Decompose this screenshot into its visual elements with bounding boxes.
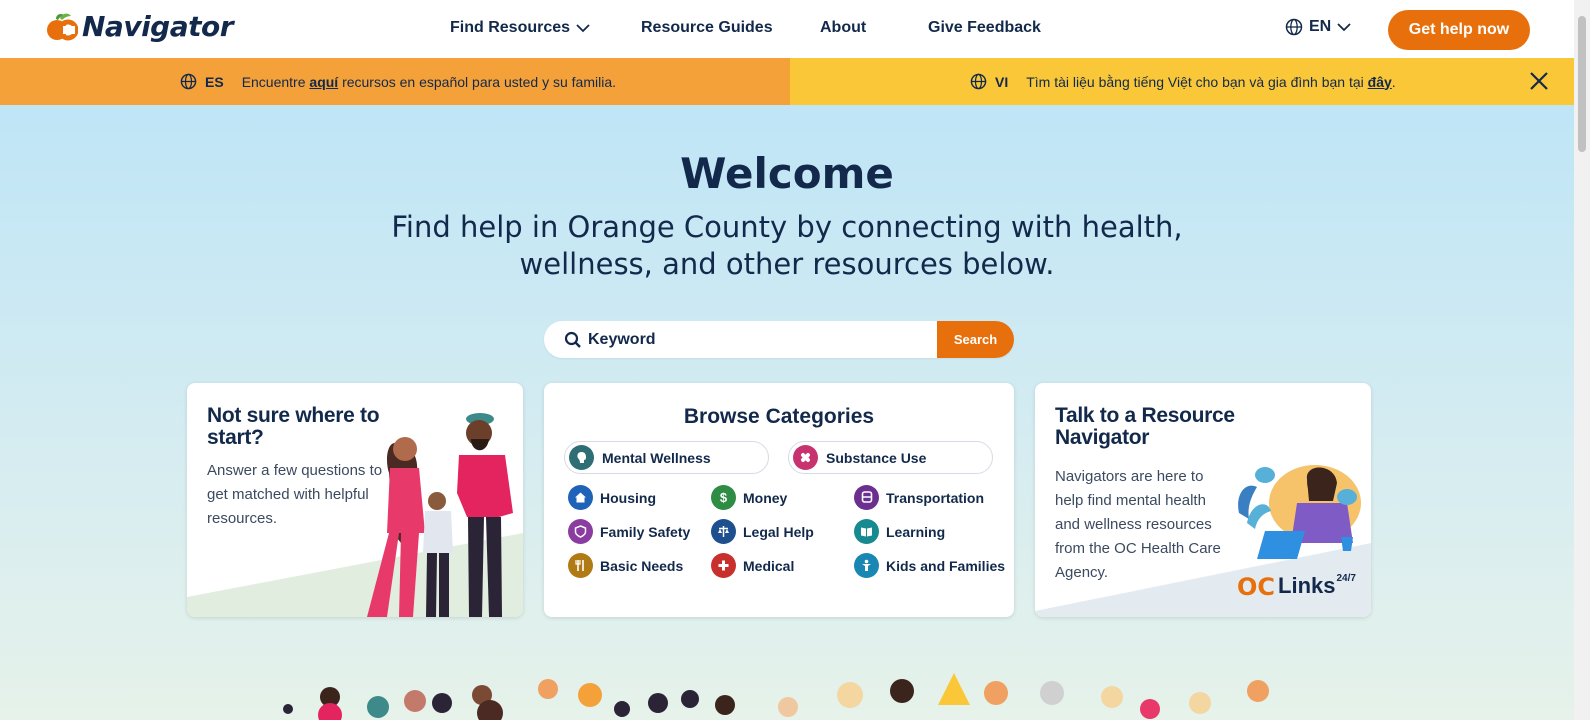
hero-section: Welcome Find help in Orange County by co…: [0, 105, 1574, 720]
oc-links-logo: OC Links 24/7: [1237, 573, 1356, 601]
globe-icon: [970, 73, 987, 90]
globe-icon: [1285, 18, 1303, 36]
get-help-now-button[interactable]: Get help now: [1388, 10, 1530, 50]
hero-subtitle: Find help in Orange County by connecting…: [391, 210, 1183, 281]
category-substance-use[interactable]: Substance Use: [788, 441, 993, 474]
oc-links-mark: OC: [1237, 573, 1276, 601]
scales-icon: [711, 519, 736, 544]
nav-give-feedback-label: Give Feedback: [928, 19, 1041, 36]
vertical-scrollbar[interactable]: [1574, 0, 1590, 720]
category-label: Basic Needs: [600, 557, 684, 574]
category-housing[interactable]: Housing: [568, 485, 656, 510]
category-label: Transportation: [886, 489, 985, 506]
category-label: Family Safety: [600, 523, 691, 540]
category-label: Medical: [743, 557, 795, 574]
nav-about-label: About: [820, 19, 867, 36]
vietnamese-text-before: Tìm tài liệu bằng tiếng Việt cho bạn và …: [1026, 73, 1368, 90]
vietnamese-message: Tìm tài liệu bằng tiếng Việt cho bạn và …: [1026, 74, 1395, 90]
category-family-safety[interactable]: Family Safety: [568, 519, 690, 544]
navigator-card-title: Talk to a Resource Navigator: [1055, 404, 1235, 449]
mental-wellness-icon: [569, 445, 594, 470]
language-selector[interactable]: EN: [1285, 18, 1351, 36]
start-card-body: Answer a few questions to get matched wi…: [207, 462, 383, 527]
substance-use-icon: [793, 445, 818, 470]
nav-resource-guides[interactable]: Resource Guides: [641, 19, 773, 37]
house-icon: [568, 485, 593, 510]
scrollbar-thumb[interactable]: [1578, 16, 1586, 152]
close-icon[interactable]: [1528, 70, 1550, 92]
nav-find-resources-label: Find Resources: [450, 19, 571, 36]
resource-navigator-card[interactable]: Talk to a Resource Navigator Navigators …: [1035, 383, 1371, 617]
book-icon: [854, 519, 879, 544]
vietnamese-banner: VI Tìm tài liệu bằng tiếng Việt cho bạn …: [790, 58, 1574, 105]
nav-give-feedback[interactable]: Give Feedback: [928, 19, 1041, 37]
search-bar: Search: [544, 321, 1014, 358]
page-title: Welcome: [680, 149, 894, 198]
vietnamese-text-after: .: [1391, 73, 1396, 90]
navigator-card-body: Navigators are here to help find mental …: [1055, 468, 1221, 581]
logo-wordmark: Navigator: [82, 10, 234, 43]
dollar-icon: $: [711, 485, 736, 510]
vietnamese-link[interactable]: đây: [1368, 74, 1392, 90]
category-basic-needs[interactable]: Basic Needs: [568, 553, 683, 578]
site-header: Navigator Find Resources Resource Guides…: [0, 0, 1574, 58]
oc-links-text: Links: [1278, 573, 1336, 598]
oc-navigator-logo[interactable]: Navigator: [46, 10, 234, 43]
utensils-icon: [568, 553, 593, 578]
vietnamese-code: VI: [995, 73, 1009, 90]
category-legal-help[interactable]: Legal Help: [711, 519, 814, 544]
category-medical[interactable]: Medical: [711, 553, 794, 578]
nav-about[interactable]: About: [820, 19, 866, 37]
spanish-text-after: recursos en español para usted y su fami…: [338, 73, 616, 90]
category-transportation[interactable]: Transportation: [854, 485, 984, 510]
page: Navigator Find Resources Resource Guides…: [0, 0, 1574, 720]
category-label: Legal Help: [743, 523, 814, 540]
category-label: Substance Use: [826, 449, 927, 466]
globe-icon: [180, 73, 197, 90]
spanish-text-before: Encuentre: [241, 73, 310, 90]
search-button[interactable]: Search: [937, 321, 1014, 358]
category-label: Mental Wellness: [602, 449, 711, 466]
category-label: Kids and Families: [886, 557, 1006, 574]
start-card-title: Not sure where to start?: [207, 404, 380, 449]
category-learning[interactable]: Learning: [854, 519, 945, 544]
spanish-code: ES: [205, 73, 224, 90]
chevron-down-icon: [576, 24, 590, 33]
search-icon: [564, 331, 581, 348]
spanish-link[interactable]: aquí: [309, 74, 338, 90]
community-crowd-illustration: [283, 673, 1269, 720]
category-label: Housing: [600, 489, 656, 506]
nav-resource-guides-label: Resource Guides: [641, 19, 773, 36]
spanish-banner: ES Encuentre aquí recursos en español pa…: [0, 58, 790, 105]
nav-find-resources[interactable]: Find Resources: [450, 19, 590, 37]
category-label: Money: [743, 489, 788, 506]
browse-categories-title: Browse Categories: [683, 405, 875, 428]
child-icon: [854, 553, 879, 578]
category-label: Learning: [886, 523, 946, 540]
chevron-down-icon: [1337, 23, 1351, 32]
category-mental-wellness[interactable]: Mental Wellness: [564, 441, 769, 474]
browse-categories-card: Browse Categories Mental Wellness Substa…: [544, 383, 1014, 617]
language-code: EN: [1309, 18, 1332, 35]
category-kids-and-families[interactable]: Kids and Families: [854, 553, 1005, 578]
not-sure-card[interactable]: Not sure where to start? Answer a few qu…: [187, 383, 523, 617]
oc-orange-logo-icon: [47, 13, 78, 40]
category-money[interactable]: $ Money: [711, 485, 787, 510]
language-banner: ES Encuentre aquí recursos en español pa…: [0, 58, 1574, 105]
medical-cross-icon: [711, 553, 736, 578]
search-input[interactable]: [588, 330, 928, 349]
spanish-message: Encuentre aquí recursos en español para …: [242, 74, 616, 90]
oc-links-super: 24/7: [1336, 573, 1356, 584]
family-safety-icon: [568, 519, 593, 544]
bus-icon: [854, 485, 879, 510]
